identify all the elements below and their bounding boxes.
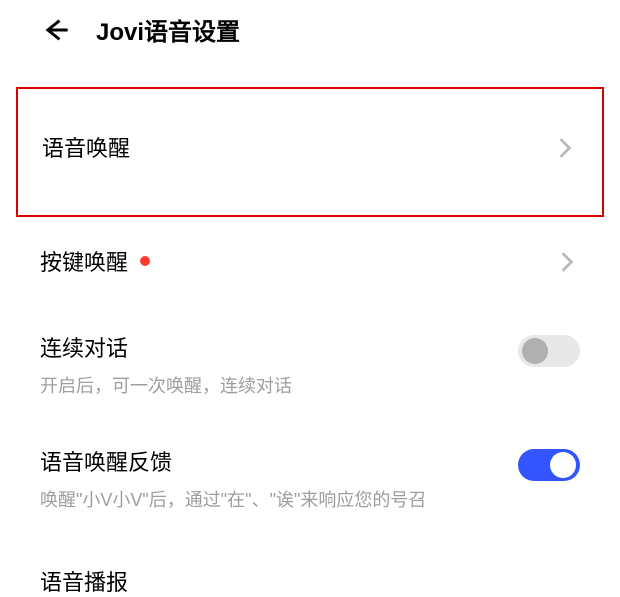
toggle-wake-feedback[interactable]	[518, 449, 580, 481]
chevron-right-icon	[560, 251, 580, 271]
row-continuous-dialogue: 连续对话 开启后，可一次唤醒，连续对话	[12, 297, 608, 411]
back-button[interactable]	[40, 14, 72, 46]
row-title: 语音唤醒反馈	[40, 445, 498, 477]
row-title: 语音播报	[40, 565, 580, 597]
toggle-knob	[522, 338, 548, 364]
row-label: 按键唤醒	[40, 245, 128, 277]
row-description: 唤醒"小V小V"后，通过"在"、"诶"来响应您的号召	[40, 487, 498, 515]
chevron-right-icon	[558, 137, 578, 157]
notification-dot-icon	[140, 256, 150, 266]
toggle-knob	[550, 452, 576, 478]
row-description: 开启后，可一次唤醒，连续对话	[40, 373, 498, 401]
row-label: 语音唤醒	[42, 131, 130, 163]
arrow-left-icon	[42, 16, 70, 44]
row-key-wake[interactable]: 按键唤醒	[12, 225, 608, 297]
row-voice-wake[interactable]: 语音唤醒	[16, 87, 604, 217]
row-wake-feedback: 语音唤醒反馈 唤醒"小V小V"后，通过"在"、"诶"来响应您的号召	[12, 411, 608, 525]
row-text: 连续对话 开启后，可一次唤醒，连续对话	[40, 331, 518, 401]
toggle-continuous-dialogue[interactable]	[518, 335, 580, 367]
row-voice-broadcast[interactable]: 语音播报	[12, 525, 608, 597]
row-title: 连续对话	[40, 331, 498, 363]
row-text: 语音唤醒反馈 唤醒"小V小V"后，通过"在"、"诶"来响应您的号召	[40, 445, 518, 515]
page-header: Jovi语音设置	[0, 0, 620, 67]
page-title: Jovi语音设置	[96, 12, 240, 47]
settings-list: 语音唤醒 按键唤醒 连续对话 开启后，可一次唤醒，连续对话 语音唤醒反馈 唤醒"…	[0, 87, 620, 597]
